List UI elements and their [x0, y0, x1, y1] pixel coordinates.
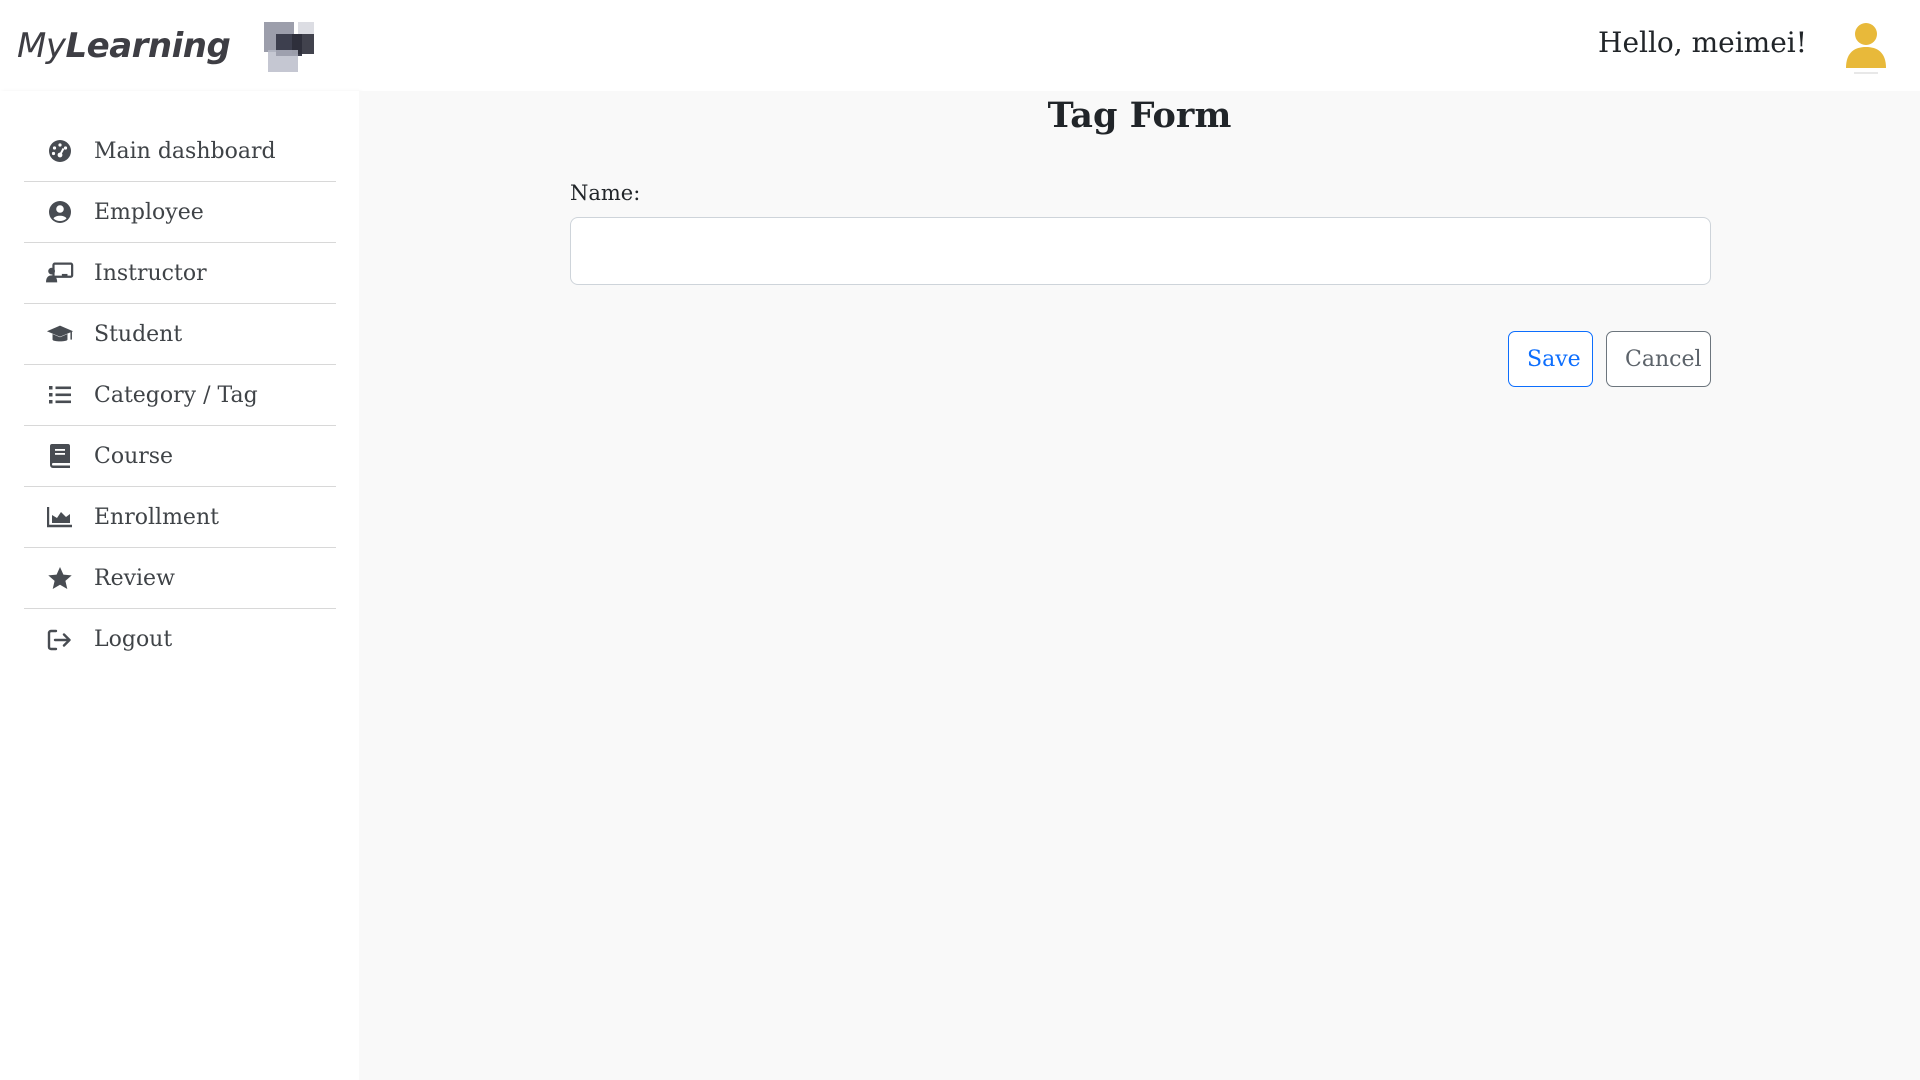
- sidebar-item-employee[interactable]: Employee: [24, 182, 336, 243]
- sidebar-item-label: Logout: [94, 627, 173, 652]
- logout-icon: [46, 627, 74, 653]
- sidebar-item-logout[interactable]: Logout: [24, 609, 336, 670]
- sidebar-item-review[interactable]: Review: [24, 548, 336, 609]
- sidebar-nav: Main dashboard Employee Instructor Stude…: [24, 121, 336, 670]
- cancel-button[interactable]: Cancel: [1606, 331, 1711, 387]
- sidebar-item-instructor[interactable]: Instructor: [24, 243, 336, 304]
- user-greeting: Hello, meimei!: [1598, 26, 1807, 59]
- name-input[interactable]: [570, 217, 1711, 285]
- area-chart-icon: [46, 504, 74, 530]
- sidebar-item-label: Course: [94, 443, 174, 469]
- name-field-label: Name:: [570, 181, 641, 205]
- chalkboard-teacher-icon: [46, 260, 74, 286]
- sidebar-item-enrollment[interactable]: Enrollment: [24, 487, 336, 548]
- sidebar-item-student[interactable]: Student: [24, 304, 336, 365]
- save-button[interactable]: Save: [1508, 331, 1593, 387]
- logo-text: MyLearning: [17, 26, 231, 66]
- sidebar-item-label: Enrollment: [94, 504, 219, 530]
- mylearning-logo[interactable]: MyLearning: [17, 18, 317, 74]
- sidebar-item-label: Main dashboard: [94, 138, 276, 164]
- sidebar-item-label: Category / Tag: [94, 382, 258, 408]
- star-icon: [46, 565, 74, 591]
- logo-squares-icon: [264, 22, 314, 72]
- list-icon: [46, 382, 74, 408]
- sidebar-item-label: Employee: [94, 199, 204, 225]
- page-title: Tag Form: [1047, 95, 1232, 136]
- sidebar-item-course[interactable]: Course: [24, 426, 336, 487]
- user-circle-icon: [46, 199, 74, 225]
- sidebar: Main dashboard Employee Instructor Stude…: [0, 91, 359, 1080]
- sidebar-item-label: Instructor: [94, 260, 207, 286]
- sidebar-item-label: Student: [94, 321, 183, 347]
- form-actions: Save Cancel: [1508, 331, 1711, 387]
- book-icon: [46, 443, 74, 469]
- tag-form: Name: Save Cancel: [570, 181, 1711, 387]
- sidebar-item-label: Review: [94, 565, 175, 591]
- user-avatar-icon[interactable]: [1842, 20, 1890, 76]
- dashboard-gauge-icon: [46, 138, 74, 164]
- top-bar: MyLearning Hello, meimei!: [0, 0, 1920, 91]
- sidebar-item-category-tag[interactable]: Category / Tag: [24, 365, 336, 426]
- graduation-cap-icon: [46, 321, 74, 347]
- sidebar-item-main-dashboard[interactable]: Main dashboard: [24, 121, 336, 182]
- main-content: Tag Form Name: Save Cancel: [359, 91, 1920, 1080]
